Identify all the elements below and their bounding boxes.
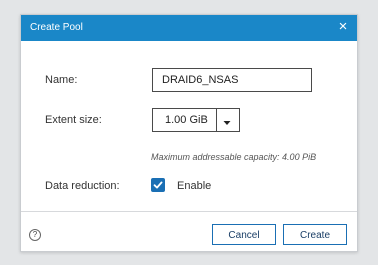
select-divider: [216, 109, 217, 131]
footer-divider: [21, 211, 357, 212]
close-icon[interactable]: ×: [336, 19, 350, 35]
dialog-titlebar: Create Pool ×: [21, 15, 357, 41]
extent-size-select[interactable]: 1.00 GiB: [152, 108, 240, 132]
create-pool-dialog: Create Pool × Name: Extent size: 1.00 Gi…: [20, 14, 358, 252]
create-button[interactable]: Create: [283, 224, 347, 245]
name-label: Name:: [45, 74, 78, 86]
extent-size-value: 1.00 GiB: [165, 114, 208, 126]
enable-label[interactable]: Enable: [177, 180, 211, 192]
data-reduction-checkbox[interactable]: [151, 178, 165, 192]
cancel-button[interactable]: Cancel: [212, 224, 276, 245]
capacity-hint: Maximum addressable capacity: 4.00 PiB: [151, 152, 317, 162]
pool-name-input[interactable]: [152, 68, 312, 92]
extent-size-label: Extent size:: [45, 114, 102, 126]
checkmark-icon: [153, 181, 163, 189]
data-reduction-label: Data reduction:: [45, 180, 120, 192]
chevron-down-icon[interactable]: [220, 115, 234, 125]
help-icon[interactable]: ?: [29, 229, 41, 241]
dialog-title: Create Pool: [30, 22, 83, 33]
